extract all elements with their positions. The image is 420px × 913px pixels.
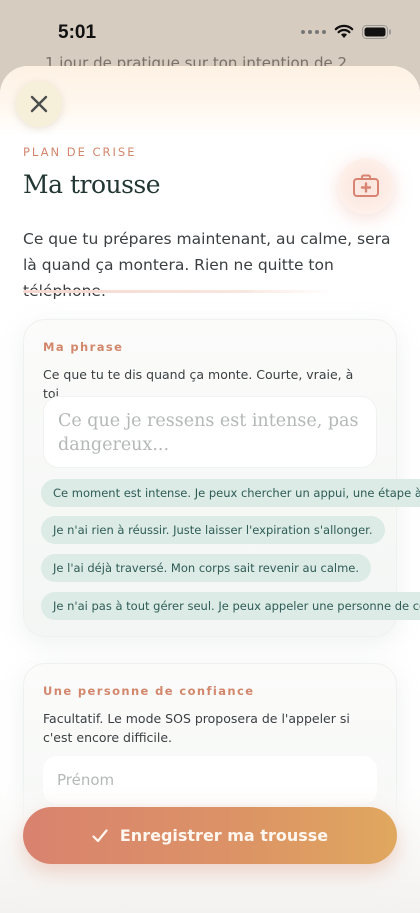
wifi-icon [334, 24, 354, 38]
suggestion-chip[interactable]: Je n'ai rien à réussir. Juste laisser l'… [41, 516, 385, 544]
close-button[interactable] [16, 81, 62, 127]
suggestion-chip[interactable]: Je n'ai pas à tout gérer seul. Je peux a… [41, 592, 420, 620]
status-icons [301, 24, 392, 39]
first-aid-kit-icon [353, 174, 379, 197]
trust-card-label: Une personne de confiance [43, 684, 255, 698]
trust-card-description: Facultatif. Le mode SOS proposera de l'a… [43, 711, 350, 745]
intro-divider [23, 290, 333, 293]
battery-icon [362, 24, 391, 39]
sheet-header-glow [0, 66, 420, 136]
save-kit-button[interactable]: Enregistrer ma trousse [23, 807, 397, 864]
suggestion-chip[interactable]: Je l'ai déjà traversé. Mon corps sait re… [41, 554, 372, 582]
status-time: 5:01 [58, 22, 97, 43]
phrase-input[interactable]: Ce que je ressens est intense, pas dange… [43, 396, 377, 468]
screen: 5:01 1 jour de pratique sur ton intentio… [0, 0, 420, 913]
suggestion-chip[interactable]: Ce moment est intense. Je peux chercher … [41, 479, 420, 507]
check-icon [92, 828, 108, 842]
page-title: Ma trousse [23, 170, 161, 199]
save-button-label: Enregistrer ma trousse [119, 826, 329, 845]
phrase-card-label: Ma phrase [43, 340, 124, 354]
signal-icon [301, 29, 326, 34]
first-aid-kit-badge [338, 158, 394, 214]
close-icon [30, 95, 48, 113]
status-bar: 5:01 [0, 0, 420, 66]
phrase-card: Ma phrase Ce que tu te dis quand ça mont… [23, 319, 420, 637]
crisis-plan-sheet: PLAN DE CRISE Ma trousse Ce que tu prépa… [0, 66, 420, 913]
eyebrow-label: PLAN DE CRISE [23, 145, 137, 159]
